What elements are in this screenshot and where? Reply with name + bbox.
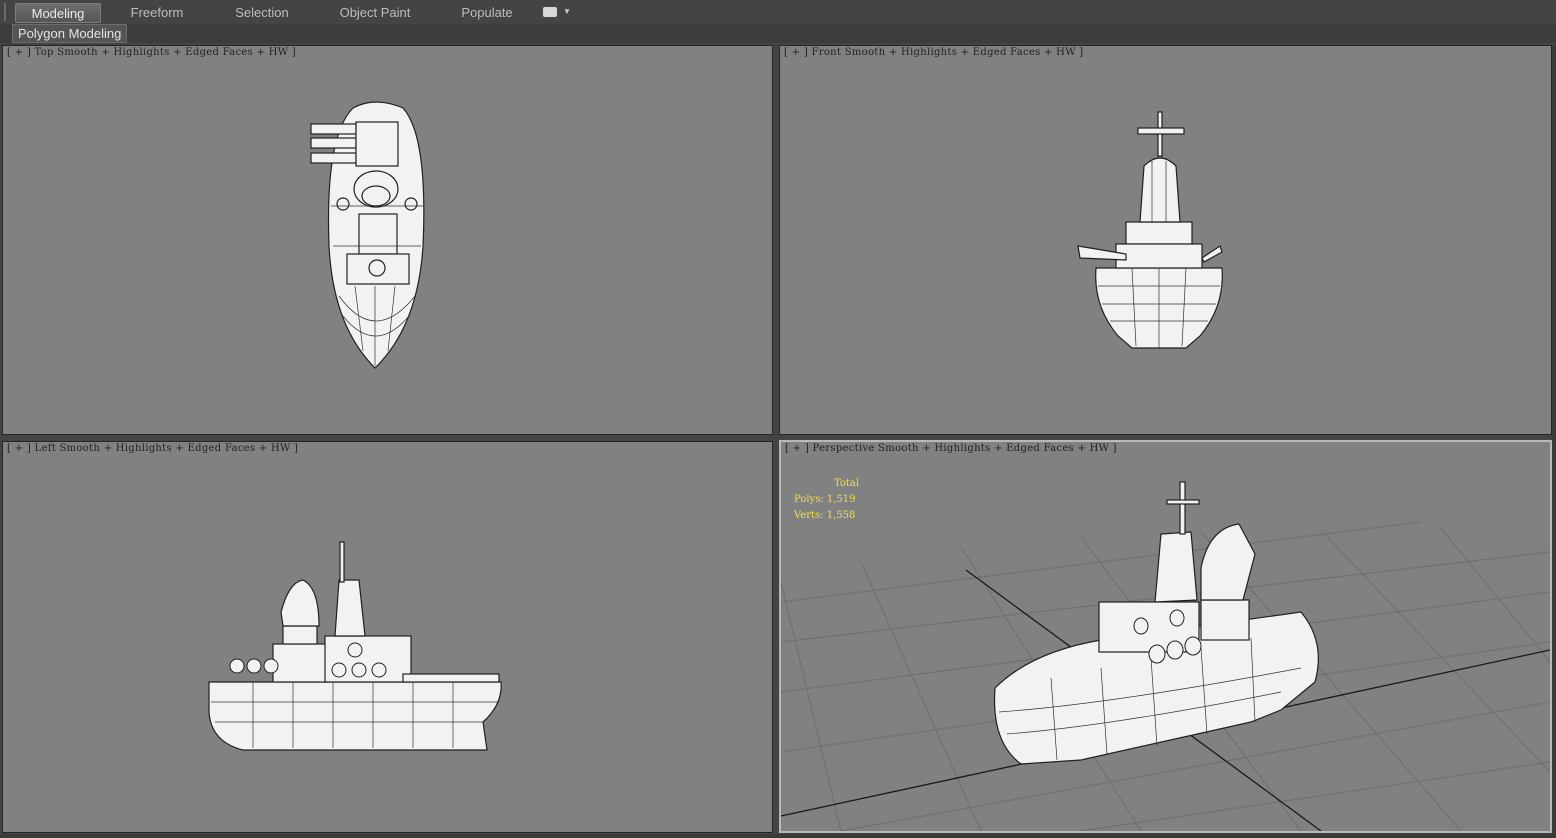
- viewport-top[interactable]: [ + ] Top Smooth + Highlights + Edged Fa…: [2, 45, 773, 435]
- ribbon-panel-bar: Polygon Modeling: [0, 24, 1556, 43]
- toolbar-grip[interactable]: [4, 3, 12, 21]
- viewport-scroll-edge: [1552, 45, 1556, 835]
- boat-top-view: [310, 101, 425, 369]
- tab-populate[interactable]: Populate: [454, 3, 520, 23]
- status-strip: [0, 834, 1556, 838]
- tab-selection[interactable]: Selection: [227, 3, 297, 23]
- ribbon-tab-bar: Modeling Freeform Selection Object Paint…: [0, 0, 1556, 25]
- boat-left-view: [208, 541, 502, 751]
- ribbon-options-icon[interactable]: [543, 7, 557, 17]
- boat-front-view: [1077, 111, 1223, 349]
- viewport-perspective[interactable]: [ + ] Perspective Smooth + Highlights + …: [779, 440, 1552, 833]
- viewport-front[interactable]: [ + ] Front Smooth + Highlights + Edged …: [779, 45, 1552, 435]
- polygon-modeling-button[interactable]: Polygon Modeling: [12, 24, 128, 43]
- chevron-down-icon[interactable]: ▼: [563, 8, 571, 16]
- tab-modeling[interactable]: Modeling: [15, 3, 101, 23]
- tab-freeform[interactable]: Freeform: [122, 3, 192, 23]
- viewport-left[interactable]: [ + ] Left Smooth + Highlights + Edged F…: [2, 441, 773, 833]
- tab-object-paint[interactable]: Object Paint: [333, 3, 417, 23]
- perspective-scene: [781, 481, 1550, 831]
